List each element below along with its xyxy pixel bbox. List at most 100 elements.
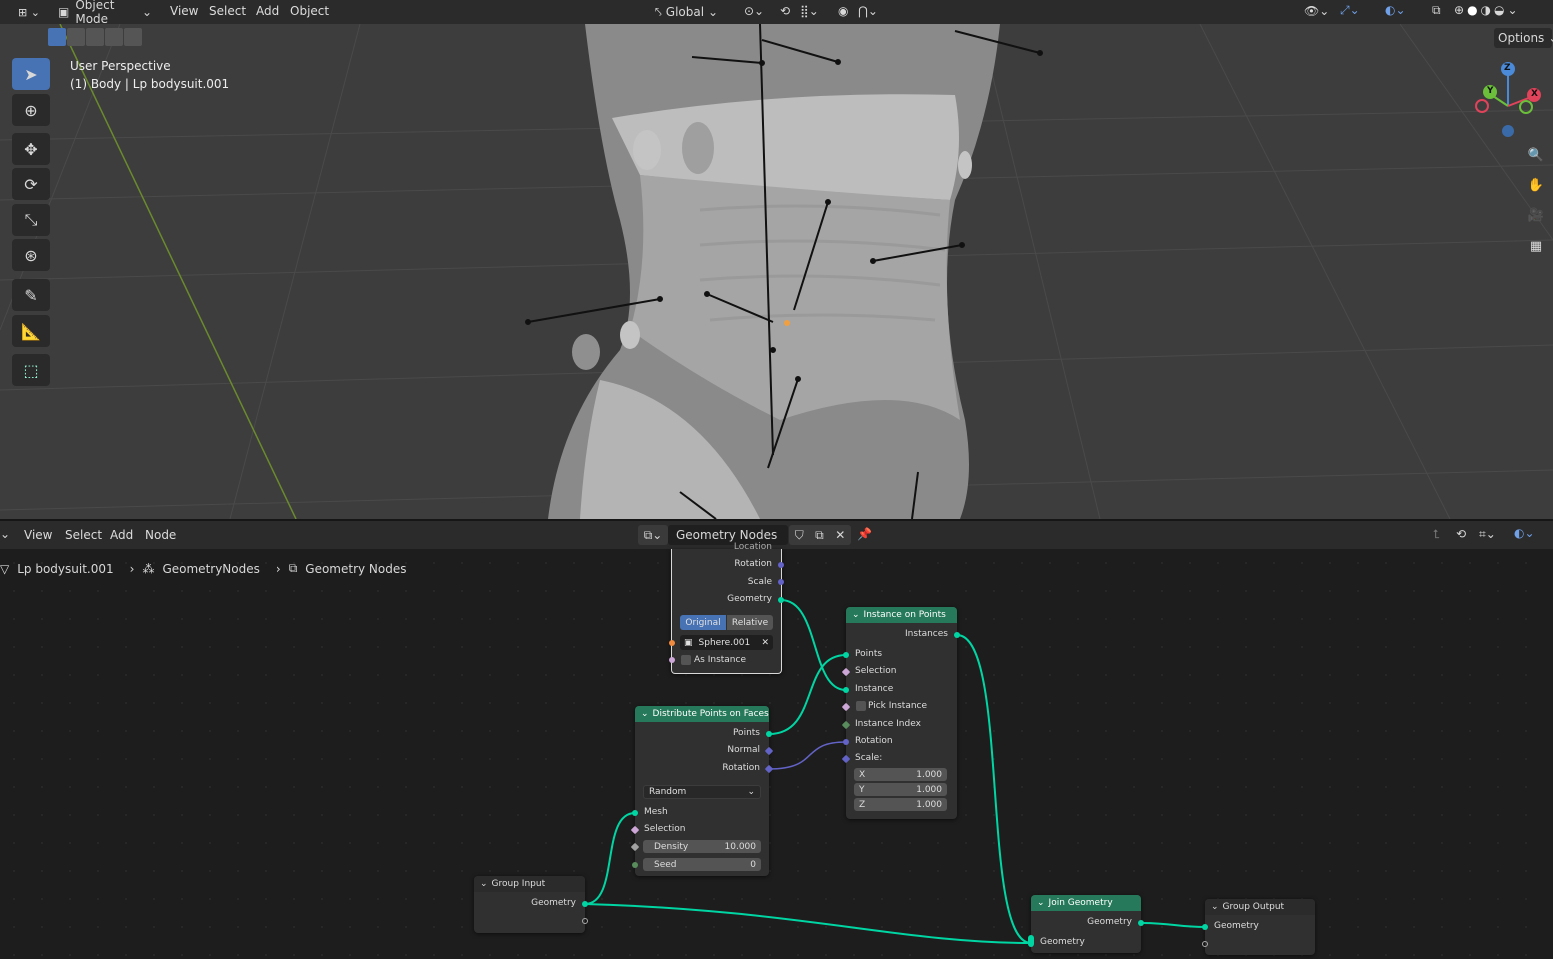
viewport-header: ⊞ ⌄ ▣ Object Mode ⌄ View Select Add Obje… [0,0,1553,26]
distribute-method-dropdown[interactable]: Random ⌄ [643,785,761,799]
pin-icon[interactable]: 📌 [857,527,872,541]
measure-tool[interactable]: 📐 [12,315,50,347]
relative-toggle[interactable]: Relative [727,615,773,630]
group-input-header[interactable]: ⌄ Group Input [474,876,585,892]
snap-icon[interactable]: ⟲ [780,4,790,18]
select-extend-icon[interactable] [67,28,85,46]
geometry-multi-input-socket[interactable] [1028,935,1034,947]
transform-orientation-dropdown[interactable]: ⤣ Global ⌄ [655,2,737,22]
instance-input-socket[interactable] [843,687,849,693]
gizmo-toggle-icon[interactable]: ⤢⌄ [1340,3,1360,18]
annotate-tool[interactable]: ✎ [12,279,50,311]
scale-x-field[interactable]: X 1.000 [854,768,947,781]
scale-z-field[interactable]: Z 1.000 [854,798,947,811]
object-info-node[interactable]: Location Rotation Scale Geometry Origina… [669,542,784,674]
camera-view-button[interactable]: 🎥 [1524,203,1548,227]
chevron-down-icon[interactable]: ⌄ [1508,3,1518,17]
pivot-icon[interactable]: ⊙⌄ [744,4,764,18]
material-shading-icon[interactable]: ◑ [1481,3,1491,17]
parent-node-tree-icon[interactable]: ⮤ [1433,527,1440,542]
browse-tree-button[interactable]: ⧉⌄ [638,525,668,545]
move-tool[interactable]: ✥ [12,133,50,165]
rendered-shading-icon[interactable]: ◒ [1494,3,1504,17]
geometry-input-socket[interactable] [1202,924,1208,930]
group-input-node[interactable]: ⌄ Group Input Geometry [474,876,588,933]
points-output-socket[interactable] [766,731,772,737]
join-geometry-node[interactable]: ⌄ Join Geometry Geometry Geometry [1028,895,1144,953]
snap-element-icon[interactable]: ⌗⌄ [1479,527,1496,542]
mode-dropdown[interactable]: ▣ Object Mode ⌄ [52,0,158,26]
menu-object[interactable]: Object [290,4,329,18]
menu-view[interactable]: View [170,4,198,18]
mesh-input-socket[interactable] [632,810,638,816]
close-icon[interactable]: ✕ [761,638,769,648]
join-geometry-header[interactable]: ⌄ Join Geometry [1031,895,1141,911]
group-output-node[interactable]: ⌄ Group Output Geometry [1202,899,1315,955]
select-box-tool[interactable]: ➤ [12,58,50,90]
density-field[interactable]: Density 10.000 [643,840,761,853]
solid-shading-icon[interactable]: ● [1467,3,1477,17]
ortho-toggle-button[interactable]: ▦ [1524,234,1548,258]
3d-viewport[interactable] [0,0,1553,519]
visibility-icon[interactable]: 👁⌄ [1304,4,1329,18]
empty-output-socket[interactable] [582,918,588,924]
pan-button[interactable]: ✋ [1524,173,1548,197]
hand-icon: ✋ [1527,177,1545,193]
menu-select[interactable]: Select [209,4,246,18]
chevron-down-icon[interactable]: ⌄ [0,527,10,541]
ne-menu-node[interactable]: Node [145,528,176,542]
pick-instance-checkbox[interactable] [856,701,866,711]
geometry-output-socket[interactable] [582,901,588,907]
scale-output-socket[interactable] [778,579,784,585]
instance-on-points-node[interactable]: ⌄ Instance on Points Instances Points Sel… [841,607,960,819]
as-instance-checkbox[interactable] [681,655,691,665]
rotation-output-socket[interactable] [778,562,784,568]
duplicate-icon[interactable]: ⧉ [815,528,824,543]
snap-icon[interactable]: ⟲ [1456,527,1466,541]
instance-on-points-header[interactable]: ⌄ Instance on Points [846,607,957,623]
seed-field[interactable]: Seed 0 [643,858,761,871]
add-cube-tool[interactable]: ⬚ [12,354,50,386]
z-value: 1.000 [916,799,942,810]
empty-input-socket[interactable] [1202,941,1208,947]
transform-tool[interactable]: ⊛ [12,239,50,271]
editor-type-button[interactable]: ⊞ ⌄ [14,2,44,22]
node-tree-icon: ⧉⌄ [643,527,663,542]
scale-y-field[interactable]: Y 1.000 [854,783,947,796]
xray-icon[interactable]: ⧉ [1432,3,1441,18]
as-instance-socket[interactable] [669,657,675,663]
rotate-tool[interactable]: ⟳ [12,168,50,200]
select-subtract-icon[interactable] [86,28,104,46]
original-toggle[interactable]: Original [680,615,726,630]
fake-user-shield-icon[interactable]: ⛉ [795,528,804,543]
distribute-points-header[interactable]: ⌄ Distribute Points on Faces [635,706,769,722]
ne-menu-select[interactable]: Select [65,528,102,542]
ne-menu-view[interactable]: View [24,528,52,542]
proportional-edit-icon[interactable]: ◉ [838,4,848,18]
overlay-toggle-icon[interactable]: ◐⌄ [1514,526,1535,540]
falloff-icon[interactable]: ⋂⌄ [858,4,878,18]
object-picker[interactable]: ▣ Sphere.001 ✕ [680,635,773,650]
group-output-header[interactable]: ⌄ Group Output [1205,899,1315,915]
options-dropdown[interactable]: Options ⌄ [1494,28,1553,48]
close-icon[interactable]: ✕ [835,528,845,542]
instances-output-socket[interactable] [954,632,960,638]
geometry-output-socket[interactable] [1138,920,1144,926]
points-input-socket[interactable] [843,652,849,658]
select-invert-icon[interactable] [105,28,123,46]
select-intersect-icon[interactable] [124,28,142,46]
zoom-button[interactable]: 🔍 [1524,143,1548,167]
cursor-tool[interactable]: ⊕ [12,94,50,126]
geometry-output-socket[interactable] [778,597,784,603]
distribute-points-node[interactable]: ⌄ Distribute Points on Faces Points Norma… [630,706,774,876]
wireframe-shading-icon[interactable]: ⊕ [1454,3,1464,17]
rotation-input-socket[interactable] [843,739,849,745]
select-new-icon[interactable] [48,28,66,46]
seed-input-socket[interactable] [632,862,638,868]
ne-menu-add[interactable]: Add [110,528,133,542]
menu-add[interactable]: Add [256,4,279,18]
snap-grid-icon[interactable]: ⣿⌄ [800,4,819,18]
overlay-toggle-icon[interactable]: ◐⌄ [1385,3,1406,17]
scale-tool[interactable]: ⤡ [12,204,50,236]
object-input-socket[interactable] [669,640,675,646]
